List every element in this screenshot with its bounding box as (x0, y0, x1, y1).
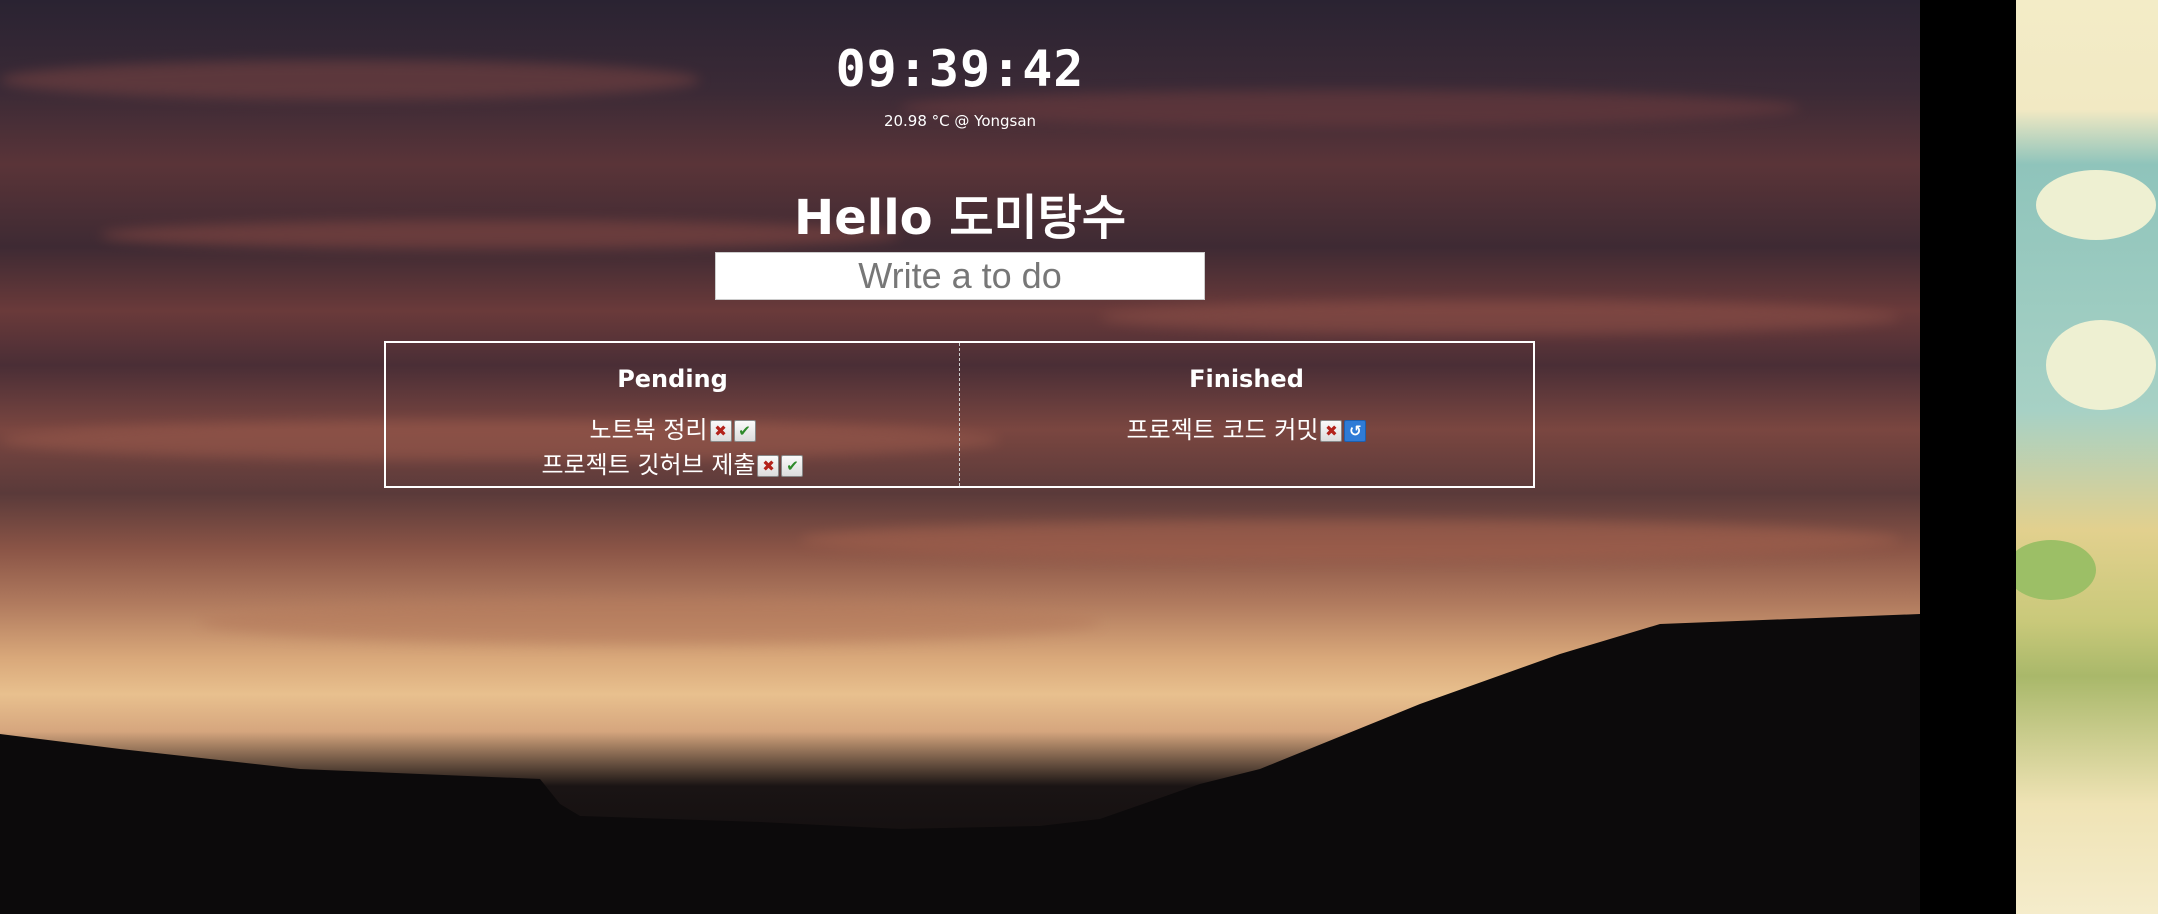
list-item: 프로젝트 깃허브 제출 ✖ ✔ (386, 448, 959, 483)
pending-title: Pending (617, 365, 728, 393)
black-gap (1920, 0, 2016, 914)
todo-lists: Pending 노트북 정리 ✖ ✔ 프로젝트 깃허브 제출 ✖ ✔ Finished … (384, 341, 1535, 488)
cloud-blob (2036, 170, 2156, 240)
finished-column: Finished 프로젝트 코드 커밋 ✖ ↺ (959, 343, 1533, 486)
list-item: 노트북 정리 ✖ ✔ (386, 413, 959, 448)
pending-list: 노트북 정리 ✖ ✔ 프로젝트 깃허브 제출 ✖ ✔ (386, 413, 959, 483)
finished-title: Finished (1189, 365, 1304, 393)
greeting: Hello 도미탕수 (794, 190, 1126, 246)
land-blob (2016, 540, 2096, 600)
clock: 09:39:42 (835, 40, 1085, 98)
todo-text: 노트북 정리 (589, 416, 708, 444)
finish-button[interactable]: ✔ (781, 455, 804, 477)
delete-button[interactable]: ✖ (709, 420, 732, 442)
mountain-silhouette (0, 614, 1920, 914)
cloud-streak (1100, 300, 1900, 334)
todo-input[interactable] (715, 252, 1205, 300)
todo-text: 프로젝트 깃허브 제출 (541, 451, 756, 479)
side-wallpaper (2016, 0, 2158, 914)
pending-column: Pending 노트북 정리 ✖ ✔ 프로젝트 깃허브 제출 ✖ ✔ (386, 343, 959, 486)
finish-button[interactable]: ✔ (733, 420, 756, 442)
weather-info: 20.98 °C @ Yongsan (883, 112, 1037, 130)
todo-text: 프로젝트 코드 커밋 (1126, 416, 1319, 444)
delete-button[interactable]: ✖ (757, 455, 780, 477)
cloud-blob (2046, 320, 2156, 410)
delete-button[interactable]: ✖ (1320, 420, 1343, 442)
list-item: 프로젝트 코드 커밋 ✖ ↺ (960, 413, 1533, 448)
finished-list: 프로젝트 코드 커밋 ✖ ↺ (960, 413, 1533, 448)
restore-button[interactable]: ↺ (1344, 420, 1367, 442)
